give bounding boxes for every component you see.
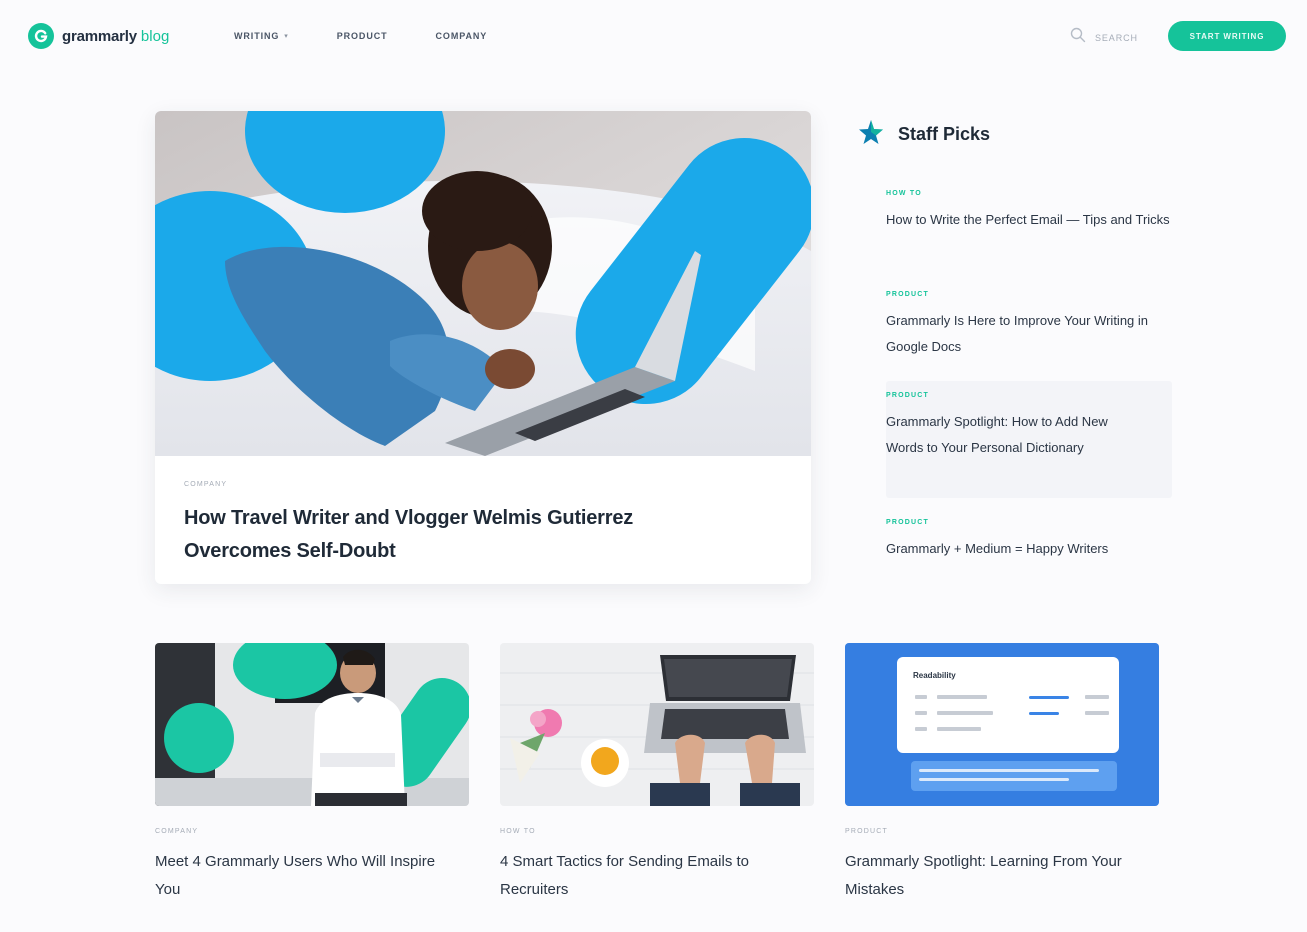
- chevron-down-icon: ▾: [284, 33, 289, 40]
- staff-pick-category: PRODUCT: [886, 392, 930, 399]
- featured-article-category: COMPANY: [184, 481, 228, 488]
- staff-pick-title[interactable]: How to Write the Perfect Email — Tips an…: [886, 207, 1172, 233]
- featured-article-card[interactable]: COMPANY How Travel Writer and Vlogger We…: [155, 111, 811, 584]
- search-label: SEARCH: [1095, 32, 1138, 43]
- article-card-image: [500, 643, 814, 806]
- article-card[interactable]: Readability PRODUCT Grammarly Spotlight:…: [845, 643, 1159, 904]
- featured-article-title[interactable]: How Travel Writer and Vlogger Welmis Gut…: [184, 502, 724, 568]
- main-nav: WRITING ▾ PRODUCT COMPANY: [234, 31, 535, 41]
- article-card-image: Readability: [845, 643, 1159, 806]
- article-card-category: PRODUCT: [845, 828, 889, 835]
- article-card-title[interactable]: 4 Smart Tactics for Sending Emails to Re…: [500, 848, 800, 904]
- staff-pick-category: PRODUCT: [886, 291, 930, 298]
- article-card-image: [155, 643, 469, 806]
- article-card[interactable]: HOW TO 4 Smart Tactics for Sending Email…: [500, 643, 814, 904]
- nav-item-company[interactable]: COMPANY: [436, 31, 488, 41]
- site-header: grammarly blog WRITING ▾ PRODUCT COMPANY…: [0, 0, 1307, 74]
- search-icon: [1070, 27, 1086, 48]
- logo-blog-label: blog: [140, 27, 170, 45]
- nav-item-label: PRODUCT: [336, 31, 388, 41]
- featured-article-image: [155, 111, 811, 456]
- staff-pick-title[interactable]: Grammarly + Medium = Happy Writers: [886, 536, 1116, 562]
- start-writing-button[interactable]: START WRITING: [1168, 21, 1286, 51]
- search-button[interactable]: SEARCH: [1070, 27, 1138, 48]
- staff-pick-category: PRODUCT: [886, 519, 930, 526]
- nav-item-writing[interactable]: WRITING ▾: [234, 31, 289, 41]
- staff-pick-item[interactable]: PRODUCT Grammarly Is Here to Improve You…: [886, 291, 1172, 360]
- star-icon: [858, 119, 884, 150]
- staff-pick-item[interactable]: HOW TO How to Write the Perfect Email — …: [886, 190, 1172, 233]
- readability-heading: Readability: [913, 671, 956, 680]
- nav-item-product[interactable]: PRODUCT: [337, 31, 388, 41]
- nav-item-label: WRITING: [234, 31, 280, 41]
- logo-wordmark: grammarly: [62, 27, 137, 45]
- article-card[interactable]: COMPANY Meet 4 Grammarly Users Who Will …: [155, 643, 469, 904]
- article-card-title[interactable]: Meet 4 Grammarly Users Who Will Inspire …: [155, 848, 455, 904]
- staff-pick-item[interactable]: PRODUCT Grammarly + Medium = Happy Write…: [886, 519, 1116, 562]
- staff-pick-title[interactable]: Grammarly Is Here to Improve Your Writin…: [886, 308, 1172, 360]
- article-card-title[interactable]: Grammarly Spotlight: Learning From Your …: [845, 848, 1145, 904]
- staff-picks-title: Staff Picks: [898, 123, 991, 144]
- grammarly-blog-logo[interactable]: grammarly blog: [28, 23, 169, 49]
- nav-item-label: COMPANY: [435, 31, 488, 41]
- staff-pick-title[interactable]: Grammarly Spotlight: How to Add New Word…: [886, 409, 1126, 461]
- article-card-category: COMPANY: [155, 828, 199, 835]
- grammarly-g-icon: [28, 23, 54, 49]
- staff-picks-header: Staff Picks: [858, 118, 1172, 150]
- staff-pick-category: HOW TO: [886, 190, 922, 197]
- article-card-category: HOW TO: [500, 828, 536, 835]
- staff-picks-panel: Staff Picks HOW TO How to Write the Perf…: [858, 118, 1172, 556]
- staff-pick-item[interactable]: PRODUCT Grammarly Spotlight: How to Add …: [886, 392, 1126, 461]
